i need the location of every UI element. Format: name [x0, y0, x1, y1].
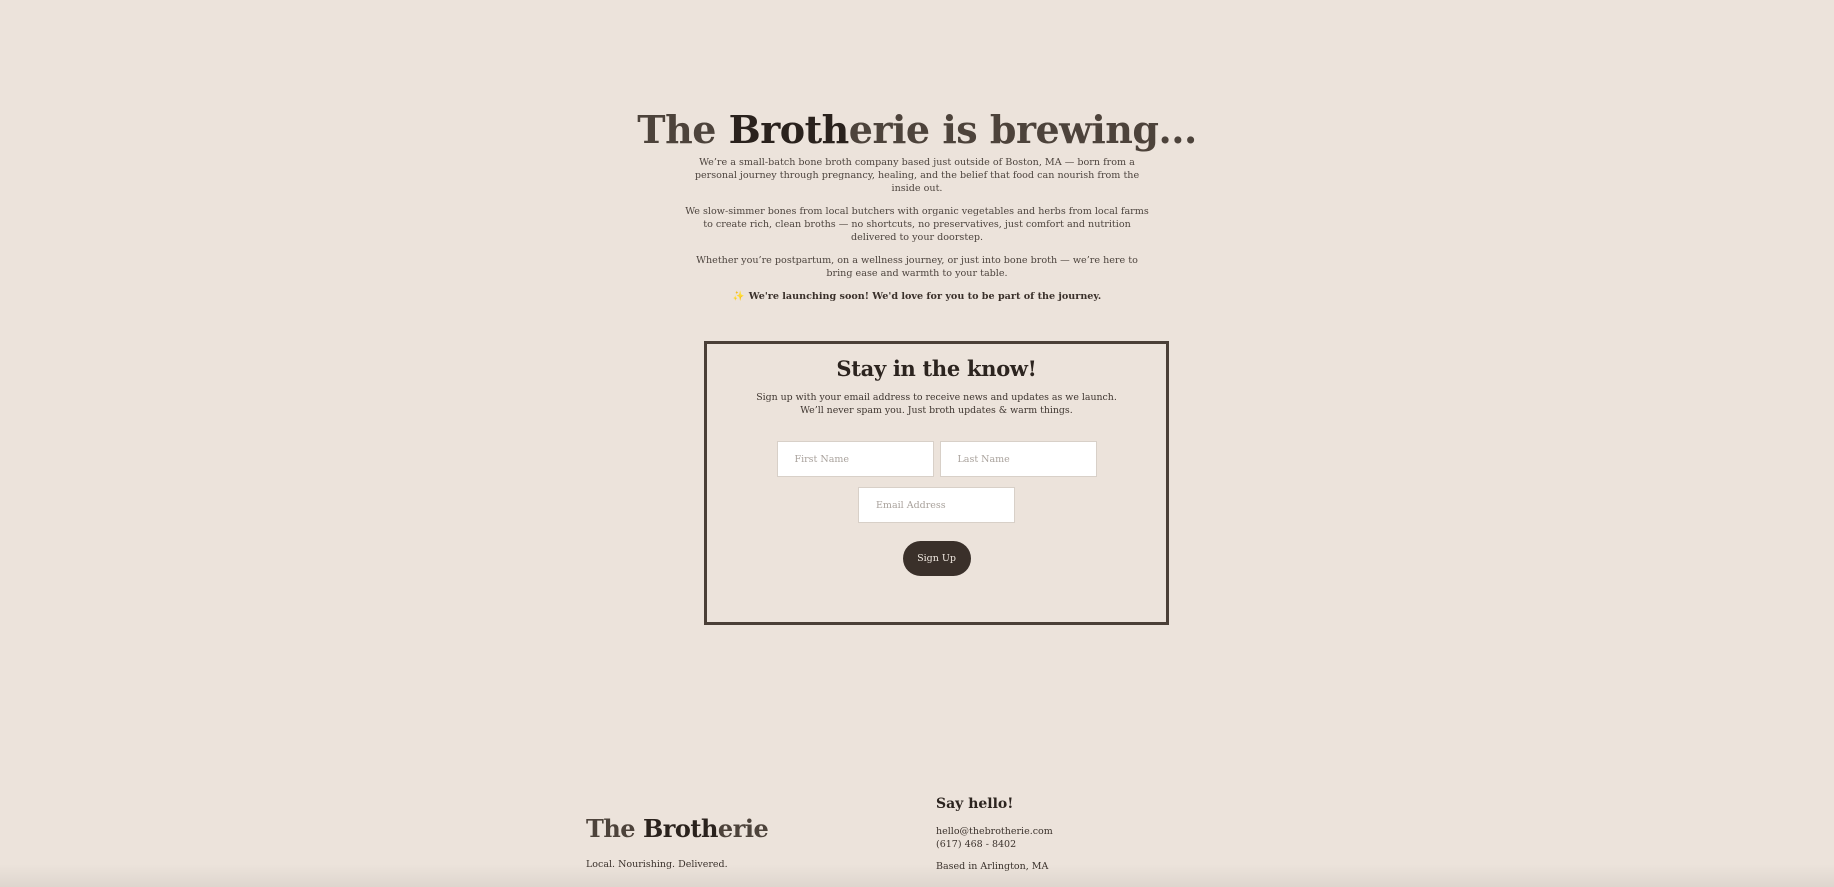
launch-text: We're launching soon! We'd love for you … [748, 291, 1102, 302]
intro-paragraph-1: We’re a small-batch bone broth company b… [694, 157, 1140, 194]
footer-logo-part-1: The [586, 814, 643, 843]
intro-paragraph-2: We slow-simmer bones from local butchers… [685, 206, 1149, 243]
launch-announcement: ✨ We're launching soon! We'd love for you… [617, 290, 1217, 303]
intro-paragraph-3: Whether you’re postpartum, on a wellness… [696, 255, 1138, 279]
sign-up-button[interactable]: Sign Up [902, 541, 971, 576]
bottom-shadow [0, 864, 1834, 887]
name-fields-row [707, 441, 1166, 477]
signup-title: Stay in the know! [836, 356, 1037, 381]
signup-description-line-2: We’ll never spam you. Just broth updates… [800, 405, 1073, 416]
contact-phone-link[interactable]: (617) 468 - 8402 [936, 838, 1053, 851]
contact-email-link[interactable]: hello@thebrotherie.com [936, 825, 1053, 838]
page-title-part-3: erie is brewing... [848, 107, 1197, 152]
footer-logo: The Brotherie [586, 814, 769, 843]
hero-section: The Brotherie is brewing... We’re a smal… [0, 104, 1834, 313]
footer-contact: Say hello! hello@thebrotherie.com (617) … [936, 796, 1053, 873]
first-name-input[interactable] [776, 441, 934, 477]
email-field-row [707, 487, 1166, 523]
footer-logo-part-2: Broth [642, 814, 718, 843]
email-input[interactable] [858, 487, 1015, 523]
page-title-part-1: The [637, 107, 729, 152]
footer-tagline: Local. Nourishing. Delivered. [586, 859, 728, 870]
page-title-part-2: Broth [728, 107, 850, 152]
contact-location: Based in Arlington, MA [936, 861, 1049, 872]
last-name-input[interactable] [939, 441, 1097, 477]
newsletter-signup-box: Stay in the know! Sign up with your emai… [704, 341, 1169, 625]
contact-title: Say hello! [936, 796, 1014, 812]
signup-description-line-1: Sign up with your email address to recei… [756, 392, 1117, 403]
page-title: The Brotherie is brewing... [0, 104, 1834, 156]
sparkles-icon: ✨ [732, 291, 745, 302]
footer-logo-part-3: erie [717, 814, 769, 843]
